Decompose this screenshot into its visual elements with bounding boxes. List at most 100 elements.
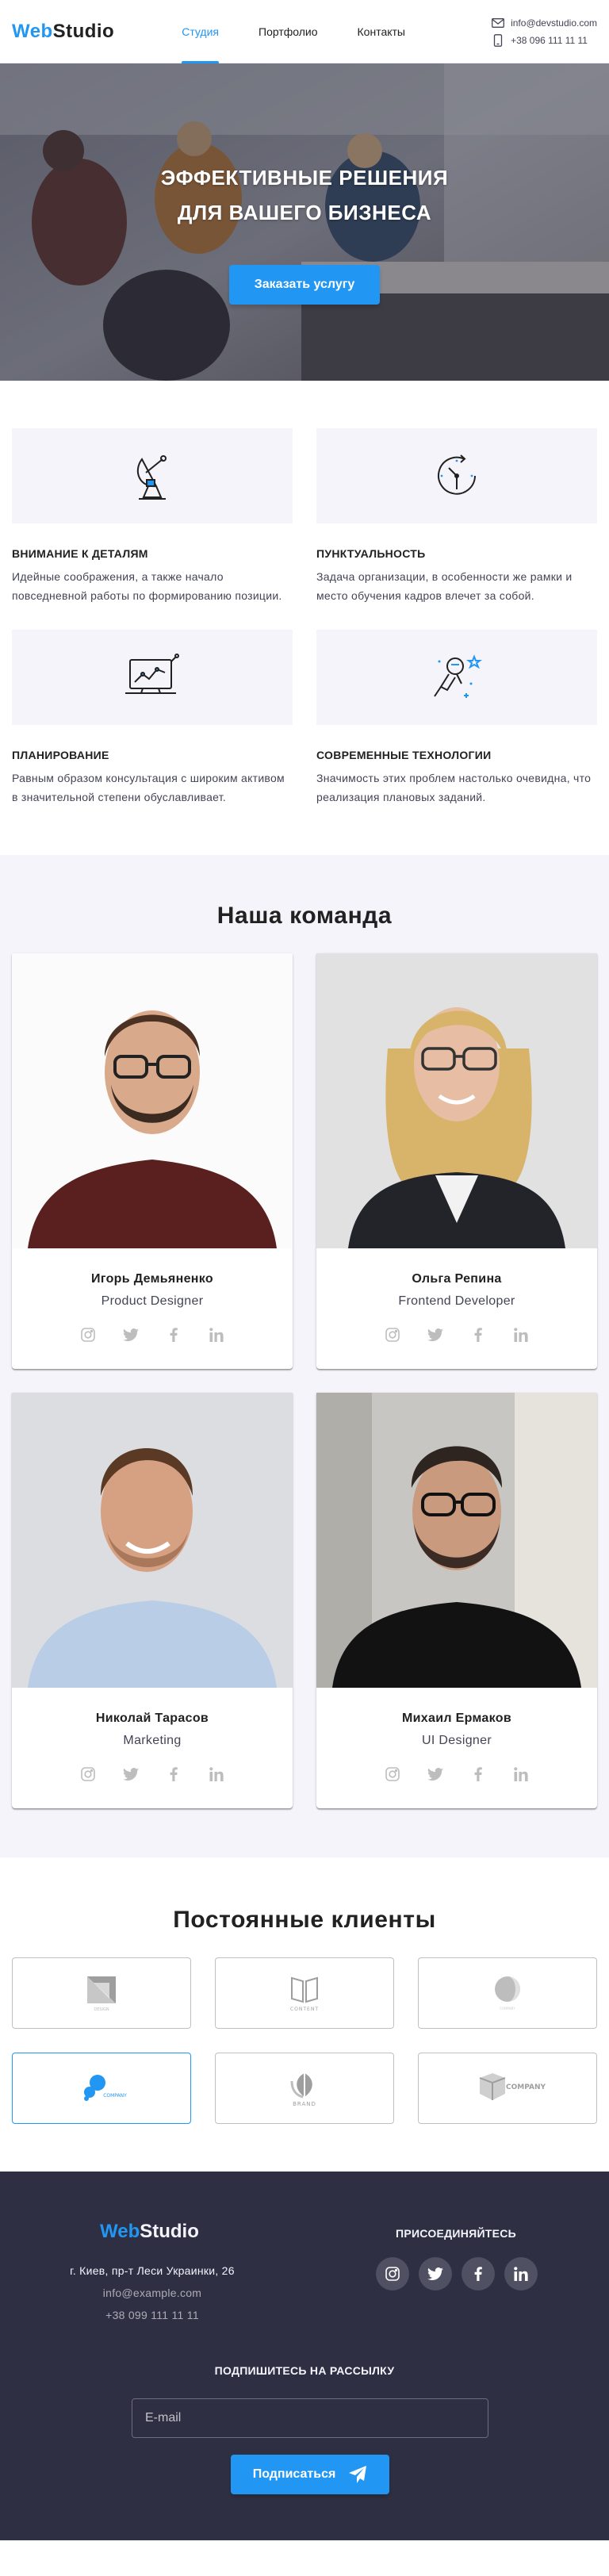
member-role: Marketing xyxy=(123,1733,182,1747)
hero-title-line1: ЭФФЕКТИВНЫЕ РЕШЕНИЯ xyxy=(160,166,449,190)
satellite-dish-icon xyxy=(136,455,167,500)
feature-title: ПЛАНИРОВАНИЕ xyxy=(12,748,109,761)
instagram-icon[interactable] xyxy=(384,1765,401,1783)
client-logo-label: COMPANY xyxy=(500,2007,515,2011)
instagram-icon[interactable] xyxy=(384,1326,401,1344)
client-logo-label: CONTENT xyxy=(290,2007,319,2012)
client-logo-design: DESIGN xyxy=(87,1976,116,2012)
chart-monitor-icon xyxy=(125,653,179,694)
client-logo[interactable]: COMPANY xyxy=(418,2052,597,2124)
client-logo-label: COMPANY xyxy=(506,2083,546,2091)
footer-logo[interactable]: WebStudio xyxy=(100,2221,199,2243)
clock-icon xyxy=(438,454,476,495)
member-social-links xyxy=(12,1765,293,1783)
team-card: Михаил Ермаков UI Designer xyxy=(316,1392,597,1808)
feature-item: ПУНКТУАЛЬНОСТЬ Задача организации, в осо… xyxy=(316,428,597,606)
logo[interactable]: WebStudio xyxy=(12,21,114,43)
features-section: ВНИМАНИЕ К ДЕТАЛЯМ Идейные соображения, … xyxy=(0,381,609,855)
twitter-icon[interactable] xyxy=(122,1326,140,1344)
order-service-button[interactable]: Заказать услугу xyxy=(228,265,381,305)
site-header: WebStudio Студия Портфолио Контакты info… xyxy=(0,0,609,64)
footer-address: г. Киев, пр-т Леси Украинки, 26 xyxy=(70,2264,235,2277)
client-logo-active: COMPANY xyxy=(84,2074,127,2101)
instagram-icon[interactable] xyxy=(79,1326,97,1344)
feature-text: Равным образом консультация с широким ак… xyxy=(12,771,285,803)
member-social-links xyxy=(316,1326,597,1344)
clients-title: Постоянные клиенты xyxy=(173,1906,436,1933)
linkedin-icon[interactable] xyxy=(504,2256,538,2290)
send-plane-icon xyxy=(349,2465,367,2483)
subscribe-button[interactable]: Подписаться xyxy=(231,2454,389,2494)
hero-title-line2: ДЛЯ ВАШЕГО БИЗНЕСА xyxy=(177,201,432,225)
feature-icon-box xyxy=(316,629,597,725)
footer-logo-part-web: Web xyxy=(100,2220,140,2242)
twitter-icon[interactable] xyxy=(427,1326,444,1344)
member-role: UI Designer xyxy=(422,1733,492,1747)
nav-portfolio[interactable]: Портфолио xyxy=(259,0,318,63)
linkedin-icon[interactable] xyxy=(208,1765,225,1783)
feature-text: Задача организации, в особенности же рам… xyxy=(316,570,573,602)
nav-studio[interactable]: Студия xyxy=(182,0,219,64)
facebook-icon[interactable] xyxy=(469,1326,487,1344)
linkedin-icon[interactable] xyxy=(208,1326,225,1344)
feature-text: Идейные соображения, а также начало повс… xyxy=(12,570,282,602)
member-photo xyxy=(316,953,597,1248)
team-card: Ольга Репина Frontend Developer xyxy=(316,953,597,1369)
member-photo xyxy=(12,1392,293,1688)
header-email-link[interactable]: info@devstudio.com xyxy=(492,14,597,32)
astronaut-icon xyxy=(434,654,482,698)
twitter-icon[interactable] xyxy=(419,2256,452,2290)
header-contacts: info@devstudio.com +38 096 111 11 11 xyxy=(492,14,597,49)
client-logo[interactable]: COMPANY xyxy=(418,1957,597,2029)
member-role: Product Designer xyxy=(101,1294,204,1308)
client-logo-label: BRAND xyxy=(293,2101,316,2107)
footer-phone-link[interactable]: +38 099 111 11 11 xyxy=(0,2306,304,2325)
linkedin-icon[interactable] xyxy=(512,1326,530,1344)
member-name: Игорь Демьяненко xyxy=(91,1271,213,1286)
header-phone-link[interactable]: +38 096 111 11 11 xyxy=(492,32,597,49)
feature-title: СОВРЕМЕННЫЕ ТЕХНОЛОГИИ xyxy=(316,748,492,761)
feature-text: Значимость этих проблем настолько очевид… xyxy=(316,771,592,803)
feature-item: ВНИМАНИЕ К ДЕТАЛЯМ Идейные соображения, … xyxy=(12,428,293,606)
member-photo xyxy=(12,953,293,1248)
twitter-icon[interactable] xyxy=(122,1765,140,1783)
footer-social-links xyxy=(376,2256,538,2290)
facebook-icon[interactable] xyxy=(165,1326,182,1344)
footer-email-link[interactable]: info@example.com xyxy=(0,2284,304,2303)
member-name: Ольга Репина xyxy=(412,1271,502,1286)
feature-item: СОВРЕМЕННЫЕ ТЕХНОЛОГИИ Значимость этих п… xyxy=(316,629,597,807)
feature-icon-box xyxy=(12,629,293,725)
clients-section: Постоянные клиенты DESIGN CONTENT COMPAN… xyxy=(0,1857,609,2172)
nav-contacts[interactable]: Контакты xyxy=(358,0,405,63)
client-logo[interactable]: CONTENT xyxy=(215,1957,394,2029)
team-section: Наша команда Игорь Демьяненко Product De… xyxy=(0,854,609,1857)
phone-icon xyxy=(493,34,503,47)
client-logo[interactable]: COMPANY xyxy=(12,2052,191,2124)
instagram-icon[interactable] xyxy=(376,2256,409,2290)
footer-logo-part-studio: Studio xyxy=(140,2220,199,2242)
mail-icon xyxy=(492,18,505,28)
member-name: Николай Тарасов xyxy=(95,1711,209,1725)
client-logo[interactable]: BRAND xyxy=(215,2052,394,2124)
facebook-icon[interactable] xyxy=(469,1765,487,1783)
team-card: Игорь Демьяненко Product Designer xyxy=(12,953,293,1369)
team-title: Наша команда xyxy=(216,902,393,929)
logo-part-web: Web xyxy=(12,20,53,42)
team-card: Николай Тарасов Marketing xyxy=(12,1392,293,1808)
twitter-icon[interactable] xyxy=(427,1765,444,1783)
client-logo-label: DESIGN xyxy=(94,2007,109,2012)
member-role: Frontend Developer xyxy=(398,1294,515,1308)
newsletter-email-input[interactable]: E-mail xyxy=(132,2398,488,2438)
member-name: Михаил Ермаков xyxy=(401,1711,512,1725)
feature-icon-box xyxy=(316,428,597,523)
client-logo-company-cube: COMPANY xyxy=(479,2072,546,2100)
linkedin-icon[interactable] xyxy=(512,1765,530,1783)
instagram-icon[interactable] xyxy=(79,1765,97,1783)
facebook-icon[interactable] xyxy=(462,2256,495,2290)
feature-icon-box xyxy=(12,428,293,523)
client-logo[interactable]: DESIGN xyxy=(12,1957,191,2029)
feature-item: ПЛАНИРОВАНИЕ Равным образом консультация… xyxy=(12,629,293,807)
hero-section: ЭФФЕКТИВНЫЕ РЕШЕНИЯ ДЛЯ ВАШЕГО БИЗНЕСА З… xyxy=(0,63,609,381)
facebook-icon[interactable] xyxy=(165,1765,182,1783)
logo-part-studio: Studio xyxy=(52,20,115,42)
